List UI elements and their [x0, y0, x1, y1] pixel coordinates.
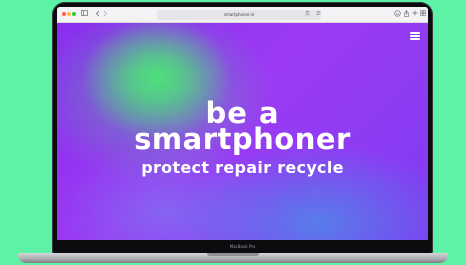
- address-text: smartphoner.nl: [223, 12, 255, 17]
- tagline: protect repair recycle: [141, 158, 344, 177]
- website-hero: be a smartphoner protect repair recycle: [57, 23, 428, 240]
- forward-icon[interactable]: [102, 10, 108, 19]
- scene: smartphoner.nl 文 be a smartphoner protec…: [0, 0, 466, 265]
- laptop-screen: smartphoner.nl 文 be a smartphoner protec…: [57, 7, 428, 240]
- tab-overview-icon[interactable]: [420, 10, 426, 19]
- device-label: MacBook Pro: [229, 244, 256, 249]
- translate-icon[interactable]: 文: [305, 10, 313, 19]
- share-icon[interactable]: [403, 10, 410, 19]
- hamburger-menu-icon[interactable]: [410, 31, 422, 40]
- laptop-hinge-notch: [207, 253, 259, 256]
- sidebar-icon[interactable]: [80, 10, 88, 19]
- headline-line-2: smartphoner: [134, 122, 351, 156]
- download-icon[interactable]: [394, 10, 401, 19]
- new-tab-icon[interactable]: [412, 10, 418, 19]
- fullscreen-window-button[interactable]: [72, 12, 76, 16]
- browser-toolbar: smartphoner.nl 文: [57, 7, 428, 23]
- address-bar[interactable]: smartphoner.nl: [157, 10, 321, 20]
- reader-icon[interactable]: [315, 10, 321, 19]
- close-window-button[interactable]: [62, 12, 66, 16]
- minimize-window-button[interactable]: [67, 12, 71, 16]
- back-icon[interactable]: [94, 10, 100, 19]
- svg-text:文: 文: [305, 10, 310, 16]
